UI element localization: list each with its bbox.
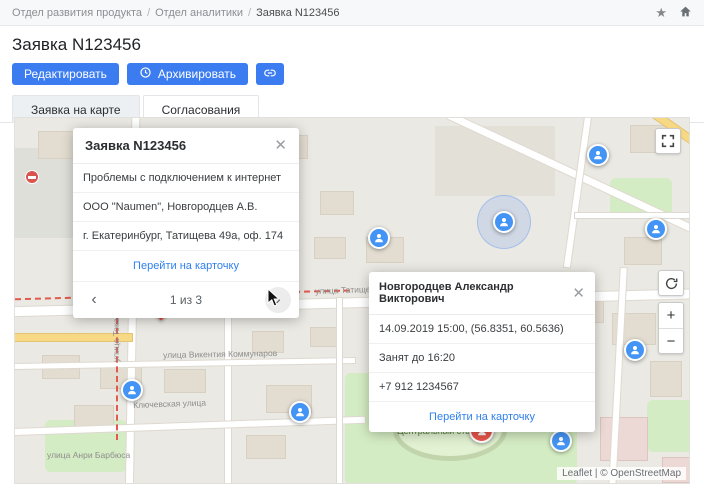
request-subject: Проблемы с подключением к интернет (73, 164, 299, 193)
breadcrumb-item: Заявка N123456 (256, 6, 340, 19)
zoom-in-button[interactable]: + (659, 303, 683, 328)
map-attribution[interactable]: Leaflet | © OpenStreetMap (557, 467, 686, 480)
employee-location: 14.09.2019 15:00, (56.8351, 60.5636) (369, 315, 595, 344)
building (247, 436, 285, 458)
employee-marker[interactable] (368, 227, 390, 249)
building (601, 418, 647, 460)
fullscreen-button[interactable] (655, 128, 681, 154)
employee-marker[interactable] (550, 430, 572, 452)
breadcrumb-item[interactable]: Отдел развития продукта (12, 7, 142, 19)
breadcrumb-separator: / (248, 6, 252, 19)
page-title: Заявка N123456 (12, 35, 141, 54)
building (165, 370, 205, 392)
header-icons: ★ (655, 5, 692, 20)
archive-button[interactable]: Архивировать (126, 63, 248, 85)
building (311, 328, 337, 346)
building (651, 362, 681, 396)
popup-pagination: ‹ 1 из 3 › (73, 281, 299, 318)
goto-card-link[interactable]: Перейти на карточку (369, 402, 595, 432)
road (575, 213, 689, 218)
mouse-cursor (267, 288, 281, 307)
page: Отдел развития продукта / Отдел аналитики /… (0, 0, 704, 498)
archive-button-label: Архивировать (157, 67, 236, 81)
map[interactable]: улица Татищева улица Токарей улица Викенти… (14, 117, 690, 484)
action-bar: Редактировать Архивировать (12, 63, 692, 85)
star-icon[interactable]: ★ (655, 6, 667, 19)
road (337, 298, 342, 483)
no-entry-sign-icon (25, 170, 39, 184)
goto-card-link[interactable]: Перейти на карточку (73, 251, 299, 281)
park-area (647, 400, 689, 452)
employee-marker[interactable] (493, 211, 515, 233)
employee-marker[interactable] (645, 218, 667, 240)
street-label: Ключевская улица (133, 397, 207, 410)
employee-popup: Новгородцев Александр Викторович ✕ 14.09… (369, 272, 595, 432)
employee-marker[interactable] (121, 379, 143, 401)
employee-marker[interactable] (624, 339, 646, 361)
close-icon[interactable]: ✕ (274, 138, 287, 153)
road (563, 118, 593, 268)
page-indicator: 1 из 3 (169, 293, 203, 307)
request-popup: Заявка N123456 ✕ Проблемы с подключением… (73, 128, 299, 318)
refresh-button[interactable] (658, 270, 684, 296)
employee-phone: +7 912 1234567 (369, 373, 595, 402)
request-popup-title: Заявка N123456 (85, 138, 187, 153)
home-icon[interactable] (679, 5, 692, 20)
close-icon[interactable]: ✕ (572, 286, 585, 301)
building (315, 238, 345, 258)
copy-link-button[interactable] (255, 63, 284, 85)
building (321, 192, 353, 214)
zoom-control: + − (658, 302, 684, 354)
street-label: улица Викентия Коммунаров (163, 348, 278, 360)
breadcrumb-separator: / (147, 6, 151, 19)
breadcrumb-items: Отдел развития продукта / Отдел аналитики /… (12, 7, 340, 19)
request-address: г. Екатеринбург, Татищева 49а, оф. 174 (73, 222, 299, 251)
clock-icon (139, 66, 152, 82)
edit-button[interactable]: Редактировать (12, 63, 119, 85)
zoom-out-button[interactable]: − (659, 328, 683, 353)
employee-marker[interactable] (587, 144, 609, 166)
link-icon (263, 66, 277, 83)
prev-page-icon[interactable]: ‹ (81, 287, 107, 313)
employee-marker[interactable] (289, 401, 311, 423)
building (625, 238, 661, 264)
employee-popup-title: Новгородцев Александр Викторович (379, 281, 514, 305)
request-client: ООО "Naumen", Новгородцев А.В. (73, 193, 299, 222)
street-label: улица Анри Барбюса (47, 450, 131, 460)
breadcrumb-item[interactable]: Отдел аналитики (155, 7, 243, 19)
breadcrumb: Отдел развития продукта / Отдел аналитики /… (0, 0, 704, 26)
employee-busy-until: Занят до 16:20 (369, 344, 595, 373)
